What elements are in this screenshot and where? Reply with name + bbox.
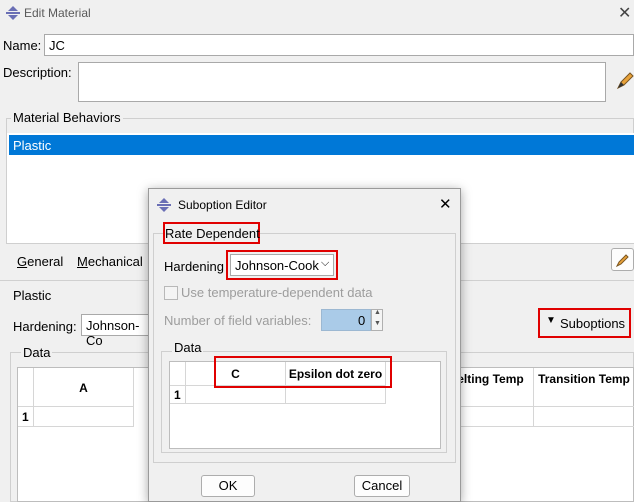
name-value: JC: [49, 38, 65, 53]
chevron-down-icon: ⌵: [321, 257, 330, 269]
spin-down-icon[interactable]: ▼: [374, 320, 381, 327]
triangle-down-icon: ▼: [546, 315, 556, 326]
pencil-small-icon: [615, 254, 629, 268]
dialog-corner-cell: [170, 362, 186, 386]
window-title: Edit Material: [24, 6, 91, 20]
field-vars-value: 0: [358, 313, 366, 328]
description-label: Description:: [3, 65, 72, 80]
dialog-hardening-select[interactable]: Johnson-Cook ⌵: [230, 254, 334, 276]
material-behaviors-label: Material Behaviors: [11, 110, 123, 125]
cancel-button[interactable]: Cancel: [354, 475, 410, 497]
field-vars-label: Number of field variables:: [164, 313, 312, 328]
rate-dependent-label: Rate Dependent: [165, 226, 260, 241]
name-field[interactable]: JC: [44, 34, 634, 56]
corner-cell: [18, 368, 34, 407]
temp-checkbox[interactable]: [164, 286, 178, 300]
table-cell[interactable]: [534, 407, 634, 427]
app-icon: [6, 6, 20, 20]
dialog-row-number: 1: [170, 386, 186, 404]
list-item-label: Plastic: [13, 138, 52, 153]
description-field[interactable]: [78, 62, 606, 102]
hardening-value: Johnson-Co: [86, 318, 140, 348]
temp-checkbox-label: Use temperature-dependent data: [181, 285, 373, 300]
dialog-hardening-value: Johnson-Cook: [235, 258, 319, 273]
plastic-label: Plastic: [13, 288, 52, 303]
spin-buttons[interactable]: ▲ ▼: [371, 309, 383, 331]
list-item-selected[interactable]: Plastic: [9, 135, 634, 155]
ok-button[interactable]: OK: [201, 475, 255, 497]
field-vars-spinbox[interactable]: 0: [321, 309, 371, 331]
dialog-app-icon: [157, 198, 171, 212]
edit-button[interactable]: [611, 248, 634, 271]
hardening-select[interactable]: Johnson-Co: [81, 314, 151, 348]
dialog-close-icon[interactable]: ✕: [439, 195, 452, 213]
table-cell[interactable]: [186, 386, 286, 404]
data-label: Data: [21, 345, 53, 360]
row-number: 1: [18, 407, 34, 427]
suboptions-label: Suboptions: [560, 316, 626, 331]
col-header-a[interactable]: A: [34, 368, 134, 407]
columns-highlight: [214, 356, 392, 388]
close-icon[interactable]: ✕: [618, 3, 631, 23]
dialog-data-label: Data: [172, 340, 204, 355]
col-header-transition[interactable]: Transition Temp: [534, 368, 634, 407]
title-bar: Edit Material ✕: [0, 0, 634, 26]
menu-mechanical[interactable]: Mechanical: [77, 254, 143, 269]
table-cell[interactable]: [34, 407, 134, 427]
table-cell[interactable]: [286, 386, 386, 404]
menu-general[interactable]: General: [17, 254, 63, 269]
dialog-title: Suboption Editor: [178, 198, 267, 212]
suboptions-button[interactable]: ▼ Suboptions: [542, 312, 628, 334]
pencil-icon[interactable]: [614, 70, 634, 92]
spin-up-icon[interactable]: ▲: [374, 309, 381, 316]
dialog-hardening-label: Hardening: [164, 259, 224, 274]
hardening-label: Hardening:: [13, 319, 77, 334]
name-label: Name:: [3, 38, 42, 53]
suboption-editor-dialog: Suboption Editor ✕ Rate Dependent Harden…: [148, 188, 461, 502]
